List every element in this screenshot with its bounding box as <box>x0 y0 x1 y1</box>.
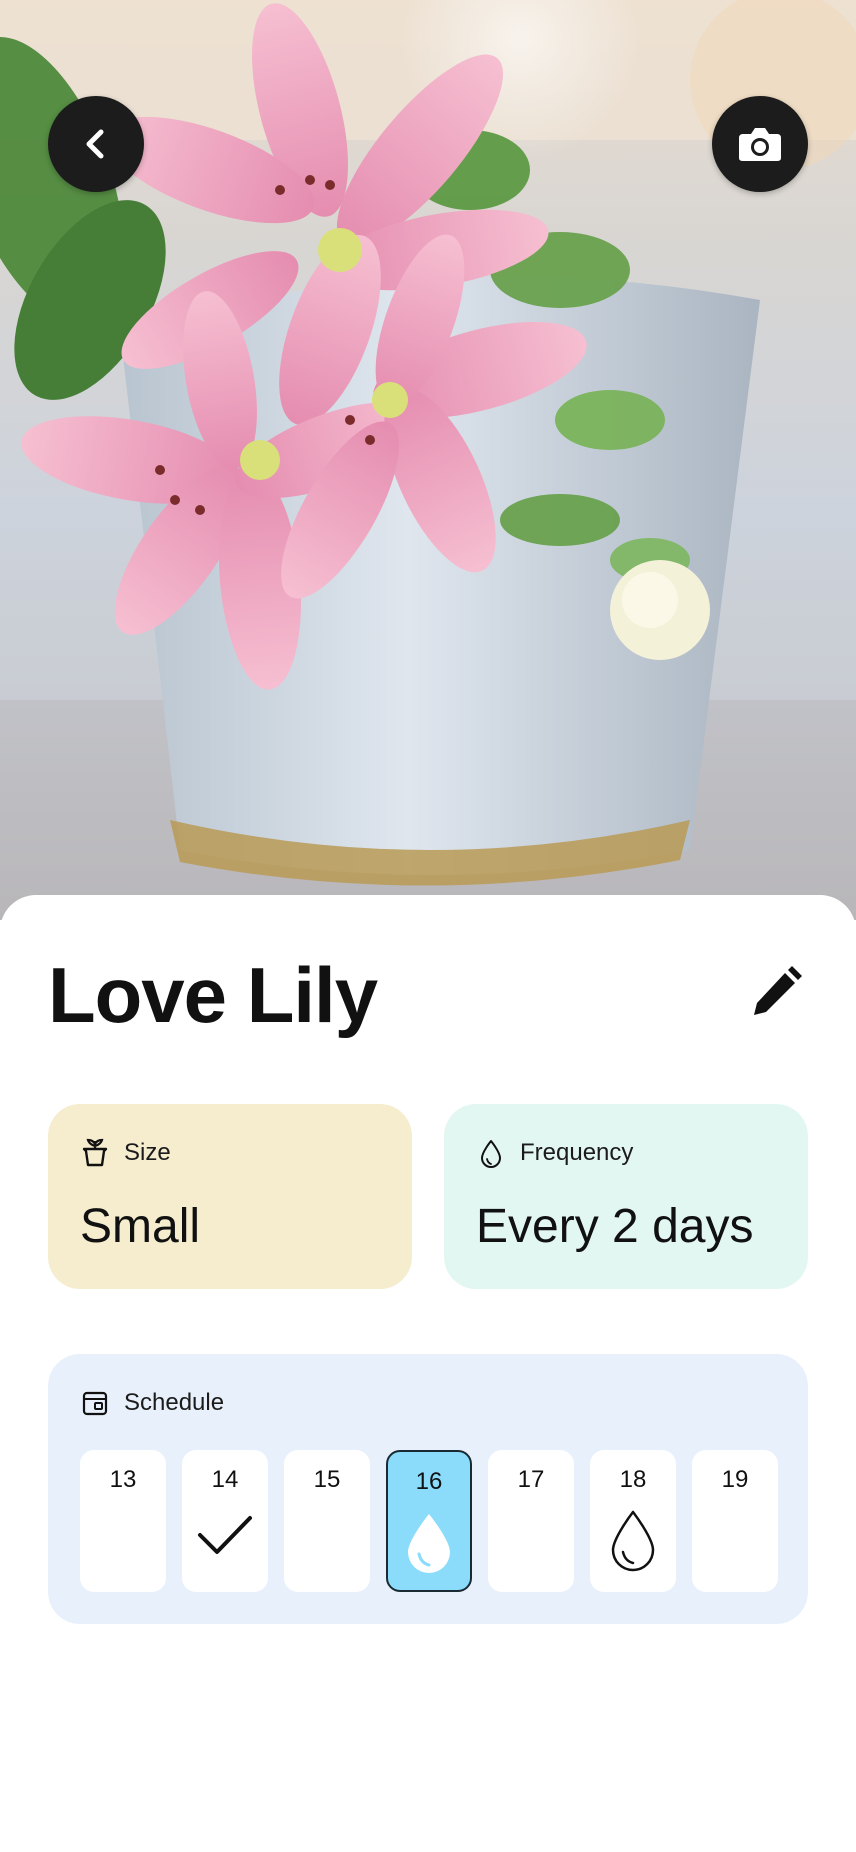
camera-icon <box>739 128 781 161</box>
size-value: Small <box>80 1200 201 1253</box>
camera-button[interactable] <box>712 96 808 192</box>
day-number: 17 <box>517 1466 545 1493</box>
checkmark-icon <box>198 1516 252 1554</box>
calendar-icon <box>82 1391 108 1416</box>
frequency-label: Frequency <box>520 1139 634 1166</box>
day-number: 16 <box>415 1468 443 1495</box>
edit-button[interactable] <box>748 960 808 1020</box>
pencil-icon <box>754 966 802 1015</box>
day-17[interactable]: 17 <box>488 1450 574 1592</box>
day-number: 13 <box>109 1466 137 1493</box>
water-drop-outline-icon <box>611 1510 655 1572</box>
day-18[interactable]: 18 <box>590 1450 676 1592</box>
day-19[interactable]: 19 <box>692 1450 778 1592</box>
plant-pot-icon <box>82 1138 108 1167</box>
frequency-card[interactable]: Frequency Every 2 days <box>444 1104 808 1289</box>
plant-name: Love Lily <box>48 951 378 1039</box>
back-button[interactable] <box>48 96 144 192</box>
day-number: 14 <box>211 1466 239 1493</box>
chevron-left-icon <box>86 129 104 159</box>
frequency-value: Every 2 days <box>476 1200 754 1253</box>
schedule-label: Schedule <box>124 1389 225 1416</box>
day-13[interactable]: 13 <box>80 1450 166 1592</box>
day-16[interactable]: 16 <box>386 1450 472 1592</box>
water-drop-filled-icon <box>408 1514 450 1573</box>
day-number: 15 <box>313 1466 341 1493</box>
day-number: 18 <box>619 1466 647 1493</box>
schedule-days: 13 14 15 16 17 18 19 <box>80 1450 780 1592</box>
day-number: 19 <box>721 1466 749 1493</box>
water-drop-icon <box>481 1140 501 1168</box>
day-14[interactable]: 14 <box>182 1450 268 1592</box>
size-card[interactable]: Size Small <box>48 1104 412 1289</box>
schedule-card: Schedule 13 14 15 16 17 18 19 <box>48 1354 808 1624</box>
size-label: Size <box>124 1139 171 1166</box>
day-15[interactable]: 15 <box>284 1450 370 1592</box>
